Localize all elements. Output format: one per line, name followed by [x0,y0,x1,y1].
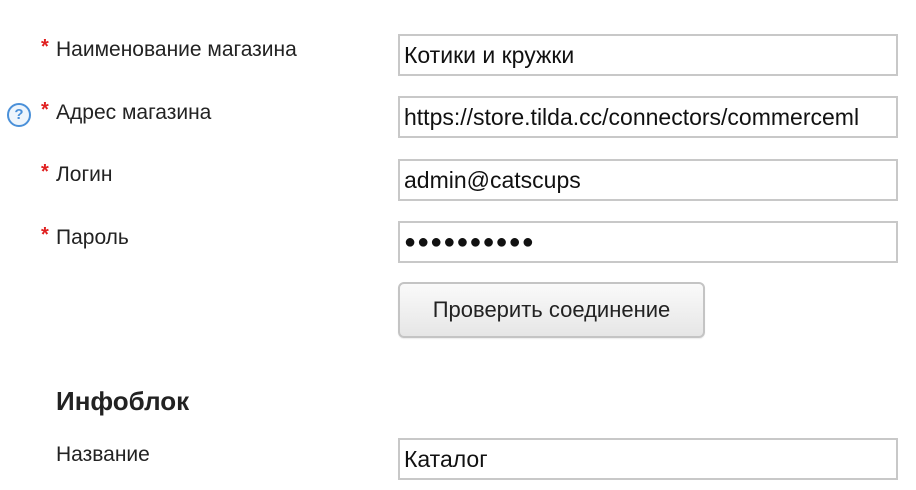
required-asterisk: * [41,161,49,183]
infoblock-name-input[interactable]: Каталог [398,438,898,480]
required-asterisk: * [41,36,49,58]
required-asterisk: * [41,224,49,246]
store-address-label: Адрес магазина [56,101,212,124]
store-name-input[interactable]: Котики и кружки [398,34,898,76]
login-label: Логин [56,163,113,186]
store-name-label: Наименование магазина [56,38,297,61]
required-asterisk: * [41,99,49,121]
login-input[interactable]: admin@catscups [398,159,898,201]
password-input[interactable]: ●●●●●●●●●● [398,221,898,263]
check-connection-button[interactable]: Проверить соединение [398,282,705,338]
connection-settings-form: * Наименование магазина Котики и кружки … [0,0,916,490]
password-label: Пароль [56,226,129,249]
store-address-input[interactable]: https://store.tilda.cc/connectors/commer… [398,96,898,138]
question-circle-icon[interactable]: ? [7,103,31,127]
infoblock-section-title: Инфоблок [56,386,190,416]
infoblock-name-label: Название [56,443,150,466]
